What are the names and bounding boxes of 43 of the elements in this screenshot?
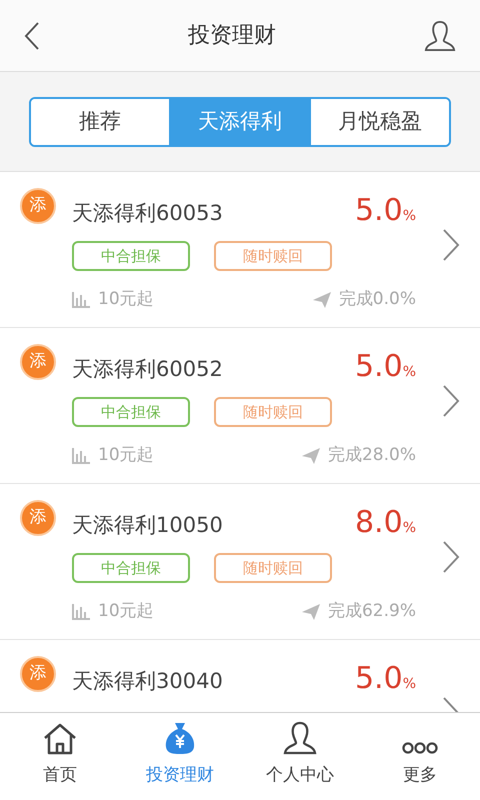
money-bag-icon [164, 720, 196, 754]
bar-chart-icon [72, 448, 90, 464]
product-badge: 添 [20, 500, 56, 536]
product-badge: 添 [20, 344, 56, 380]
nav-tab[interactable]: 更多 [360, 713, 480, 800]
user-icon[interactable] [424, 18, 456, 52]
bar-chart-icon [72, 604, 90, 620]
percent-unit: % [402, 519, 416, 538]
interest-rate: 5.0 [354, 660, 403, 698]
feature-tag: 中合担保 [72, 397, 190, 427]
product-name: 天添得利30040 [72, 668, 223, 695]
product-badge: 添 [20, 656, 56, 692]
product-name: 天添得利60053 [72, 200, 223, 227]
percent-unit: % [402, 675, 416, 694]
bar-chart-icon [72, 292, 90, 308]
back-icon[interactable] [24, 20, 40, 50]
paper-plane-icon [302, 604, 320, 620]
minimum-amount: 10元起 [98, 444, 154, 467]
product-badge: 添 [20, 188, 56, 224]
percent-unit: % [402, 363, 416, 382]
minimum-amount: 10元起 [98, 288, 154, 311]
interest-rate: 5.0 [354, 192, 403, 230]
feature-tag: 随时赎回 [214, 553, 332, 583]
feature-tag: 中合担保 [72, 241, 190, 271]
paper-plane-icon [302, 448, 320, 464]
product-name: 天添得利10050 [72, 512, 223, 539]
minimum-amount: 10元起 [98, 600, 154, 623]
user-icon [283, 720, 317, 754]
nav-tab[interactable]: 首页 [0, 713, 120, 800]
percent-unit: % [402, 207, 416, 226]
home-icon [43, 722, 77, 754]
tab[interactable]: 月悦稳盈 [309, 98, 449, 144]
interest-rate: 5.0 [354, 348, 403, 386]
paper-plane-icon [312, 292, 331, 308]
feature-tag: 随时赎回 [214, 397, 332, 427]
nav-tab[interactable]: 个人中心 [240, 713, 360, 800]
interest-rate: 8.0 [354, 504, 403, 542]
more-icon [402, 740, 438, 754]
feature-tag: 随时赎回 [214, 241, 332, 271]
page-title: 投资理财 [188, 22, 276, 50]
product-name: 天添得利60052 [72, 356, 223, 383]
nav-tab[interactable]: 投资理财 [120, 713, 240, 800]
feature-tag: 中合担保 [72, 553, 190, 583]
